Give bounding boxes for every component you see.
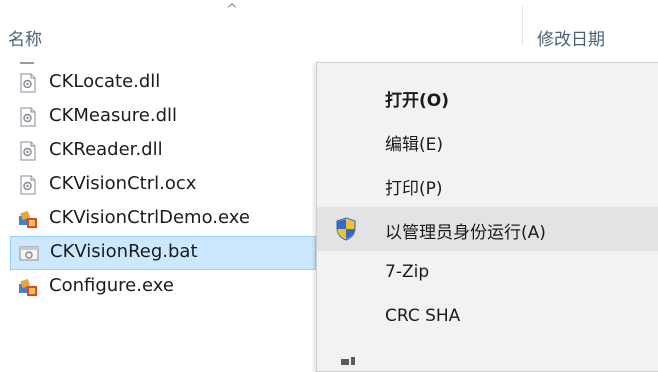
dll-file-icon xyxy=(20,73,36,93)
ocx-file-icon xyxy=(20,175,36,195)
exe-app-icon xyxy=(19,210,37,228)
file-name: CKReader.dll xyxy=(49,139,163,160)
menu-item-edit[interactable]: 编辑(E) xyxy=(317,119,658,163)
file-name: CKVisionCtrlDemo.exe xyxy=(49,207,250,228)
menu-item-crc-sha[interactable]: CRC SHA xyxy=(317,295,658,339)
column-divider[interactable] xyxy=(522,6,523,46)
menu-item-label: 打开(O) xyxy=(385,91,449,111)
menu-item-label: 编辑(E) xyxy=(385,135,444,155)
file-row-ckvisionctrldemo[interactable]: CKVisionCtrlDemo.exe xyxy=(8,202,318,236)
partial-menu-icon xyxy=(341,357,355,365)
sort-ascending-icon[interactable]: ^ xyxy=(226,2,238,18)
menu-item-label: 打印(P) xyxy=(385,179,443,199)
partial-file-icon xyxy=(20,62,34,64)
column-header-name[interactable]: 名称 xyxy=(8,25,42,50)
menu-item-label: 7-Zip xyxy=(385,262,430,282)
file-row-cklocate[interactable]: CKLocate.dll xyxy=(8,66,318,100)
menu-item-print[interactable]: 打印(P) xyxy=(317,163,658,207)
bat-file-icon xyxy=(19,246,39,261)
file-name: CKVisionCtrl.ocx xyxy=(49,173,197,194)
file-name: CKMeasure.dll xyxy=(49,105,178,126)
file-name: Configure.exe xyxy=(49,275,174,296)
file-row-ckmeasure[interactable]: CKMeasure.dll xyxy=(8,100,318,134)
file-row-ckvisionctrl-ocx[interactable]: CKVisionCtrl.ocx xyxy=(8,168,318,202)
file-row-configure[interactable]: Configure.exe xyxy=(8,270,318,304)
file-row-ckreader[interactable]: CKReader.dll xyxy=(8,134,318,168)
menu-item-run-as-admin[interactable]: 以管理员身份运行(A) xyxy=(317,207,658,251)
file-list: CKLocate.dll CKMeasure.dll CKReader.dll … xyxy=(0,48,330,361)
file-row-ckvisionreg-selected[interactable]: CKVisionReg.bat xyxy=(10,236,316,270)
exe-app-icon xyxy=(19,278,37,296)
dll-file-icon xyxy=(20,107,36,127)
column-header-bar: ^ 名称 修改日期 xyxy=(0,0,658,50)
menu-item-label: CRC SHA xyxy=(385,306,461,326)
dll-file-icon xyxy=(20,141,36,161)
context-menu: 打开(O) 编辑(E) 打印(P) 以管理员身份运行(A) 7-Zip CRC … xyxy=(316,62,658,372)
column-header-date-modified[interactable]: 修改日期 xyxy=(537,25,605,50)
menu-item-label: 以管理员身份运行(A) xyxy=(385,223,546,243)
file-name: CKVisionReg.bat xyxy=(50,241,198,262)
menu-item-7zip[interactable]: 7-Zip xyxy=(317,251,658,295)
menu-item-open[interactable]: 打开(O) xyxy=(317,75,658,119)
uac-shield-icon xyxy=(336,217,356,241)
file-name: CKLocate.dll xyxy=(49,71,161,92)
